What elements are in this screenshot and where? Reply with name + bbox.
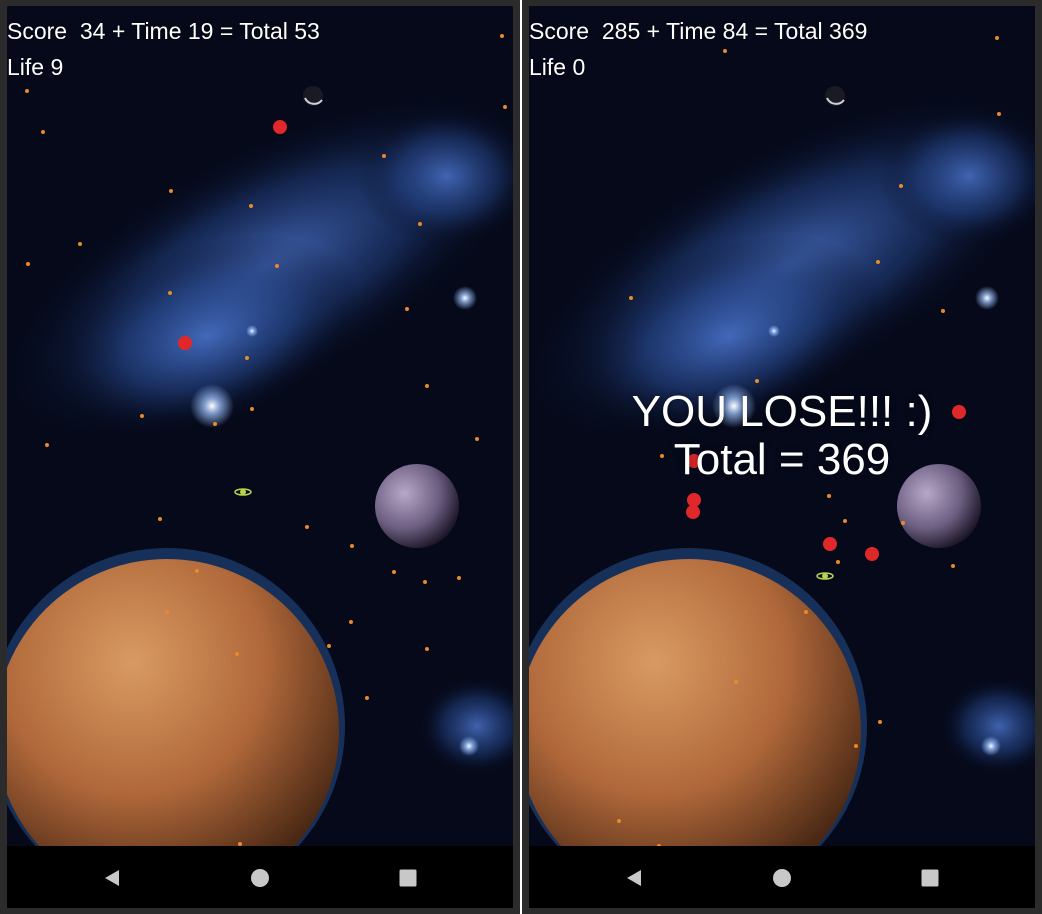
enemy-ball <box>178 336 192 350</box>
game-screen[interactable]: Score 285 + Time 84 = Total 369 Life 0 Y… <box>529 6 1035 846</box>
back-triangle-icon[interactable] <box>102 868 122 888</box>
enemy-ball <box>823 537 837 551</box>
game-over-message: YOU LOSE!!! :) Total = 369 <box>529 388 1035 484</box>
enemy-ball <box>686 505 700 519</box>
recents-square-icon[interactable] <box>920 868 940 888</box>
back-triangle-icon[interactable] <box>624 868 644 888</box>
final-total: Total = 369 <box>673 435 891 484</box>
purple-moon <box>375 464 459 548</box>
home-circle-icon[interactable] <box>250 868 270 888</box>
score-line: Score 34 + Time 19 = Total 53 <box>7 18 320 44</box>
space-background <box>7 6 513 846</box>
phone-screen-left: Score 34 + Time 19 = Total 53 Life 9 <box>0 0 520 914</box>
bright-star <box>190 384 234 428</box>
game-screen[interactable]: Score 34 + Time 19 = Total 53 Life 9 <box>7 6 513 846</box>
home-circle-icon[interactable] <box>772 868 792 888</box>
life-counter: Life 0 <box>529 54 586 80</box>
android-nav-bar <box>7 846 513 908</box>
enemy-ball <box>865 547 879 561</box>
phone-screen-right: Score 285 + Time 84 = Total 369 Life 0 Y… <box>522 0 1042 914</box>
life-counter: Life 9 <box>7 54 64 80</box>
android-nav-bar <box>529 846 1035 908</box>
game-over-headline: YOU LOSE!!! :) <box>631 387 933 436</box>
enemy-ball <box>273 120 287 134</box>
score-line: Score 285 + Time 84 = Total 369 <box>529 18 868 44</box>
enemy-ball <box>687 493 701 507</box>
recents-square-icon[interactable] <box>398 868 418 888</box>
